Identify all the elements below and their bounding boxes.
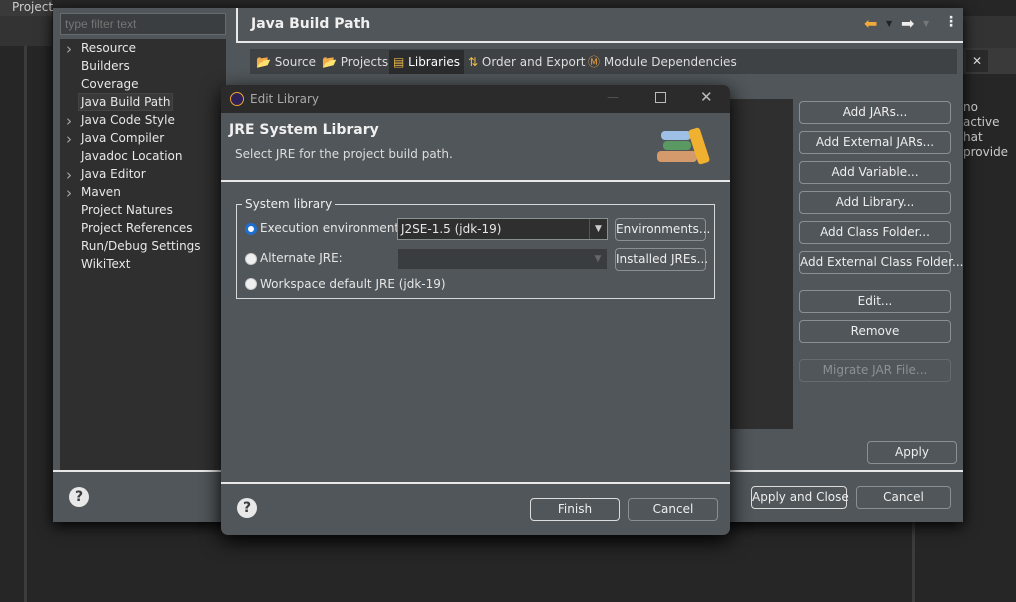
forward-menu-icon[interactable]: ▼	[923, 19, 929, 28]
text-line: no active	[963, 100, 1000, 129]
cancel-button[interactable]: Cancel	[628, 498, 718, 521]
tree-item[interactable]: Maven	[81, 185, 121, 199]
select-value: J2SE-1.5 (jdk-19)	[401, 222, 502, 236]
back-icon[interactable]: ⬅	[864, 14, 877, 33]
page-title: Java Build Path	[251, 16, 371, 32]
tree-item[interactable]: Java Code Style	[81, 113, 175, 127]
tab-label: Projects	[340, 55, 389, 69]
libraries-icon: ▤	[393, 55, 405, 69]
expand-chevron-icon[interactable]: ›	[66, 132, 72, 147]
more-icon[interactable]: ⋮	[944, 14, 958, 30]
tree-item[interactable]: Javadoc Location	[81, 149, 182, 163]
separator	[236, 8, 238, 43]
alternate-jre-radio[interactable]	[245, 253, 257, 265]
close-icon[interactable]: ✕	[700, 88, 713, 106]
expand-chevron-icon[interactable]: ›	[66, 114, 72, 129]
expand-chevron-icon[interactable]: ›	[66, 42, 72, 57]
close-icon[interactable]: ✕	[966, 50, 988, 72]
edit-library-dialog: Edit Library — ✕ JRE System Library Sele…	[221, 85, 730, 535]
workspace-default-radio[interactable]	[245, 278, 257, 290]
environments-button[interactable]: Environments...	[615, 218, 710, 241]
add-external-jars-button[interactable]: Add External JARs...	[799, 131, 951, 154]
migrate-jar-file-button[interactable]: Migrate JAR File...	[799, 359, 951, 382]
finish-button[interactable]: Finish	[530, 498, 620, 521]
tree-item[interactable]: Resource	[81, 41, 136, 55]
folder-icon: 📂	[256, 55, 271, 69]
execution-environment-label: Execution environment:	[260, 221, 404, 235]
add-library-button[interactable]: Add Library...	[799, 191, 951, 214]
text-line: hat provide	[963, 130, 1009, 159]
tree-item[interactable]: Run/Debug Settings	[81, 239, 201, 253]
right-text: no active hat provide	[963, 100, 1016, 160]
eclipse-icon	[230, 92, 244, 106]
tab-libraries[interactable]: ▤ Libraries	[389, 50, 464, 74]
tab-label: Libraries	[408, 55, 460, 69]
workspace-default-label: Workspace default JRE (jdk-19)	[260, 277, 446, 291]
separator	[237, 41, 963, 43]
apply-and-close-button[interactable]: Apply and Close	[751, 486, 849, 509]
alternate-jre-label: Alternate JRE:	[260, 251, 343, 265]
tab-projects[interactable]: 📂 Projects	[318, 50, 392, 74]
chevron-down-icon: ▼	[594, 254, 602, 264]
toolbar-strip	[0, 16, 52, 46]
add-external-class-folder-button[interactable]: Add External Class Folder...	[799, 251, 963, 274]
divider	[912, 520, 915, 602]
tab-label: Module Dependencies	[603, 55, 737, 69]
expand-chevron-icon[interactable]: ›	[66, 168, 72, 183]
tab-source[interactable]: 📂 Source	[252, 50, 320, 74]
window-title: Edit Library	[250, 92, 320, 106]
help-icon[interactable]: ?	[69, 487, 89, 507]
order-icon: ⇅	[468, 55, 479, 69]
installed-jres-button[interactable]: Installed JREs...	[615, 248, 708, 271]
add-class-folder-button[interactable]: Add Class Folder...	[799, 221, 951, 244]
filter-input[interactable]	[60, 13, 226, 35]
tree-item[interactable]: Java Compiler	[81, 131, 164, 145]
tree-item[interactable]: WikiText	[81, 257, 131, 271]
maximize-icon[interactable]	[655, 92, 666, 103]
edit-button[interactable]: Edit...	[799, 290, 951, 313]
separator	[221, 482, 730, 484]
cancel-button[interactable]: Cancel	[856, 486, 951, 509]
heading: JRE System Library	[229, 122, 379, 138]
tree-item[interactable]: Project References	[81, 221, 193, 235]
remove-button[interactable]: Remove	[799, 320, 951, 343]
tree-item[interactable]: Java Editor	[81, 167, 146, 181]
group-label: System library	[242, 197, 336, 211]
execution-environment-radio[interactable]	[245, 223, 257, 235]
tree-item[interactable]: Coverage	[81, 77, 139, 91]
apply-button[interactable]: Apply	[867, 441, 957, 464]
expand-chevron-icon[interactable]: ›	[66, 186, 72, 201]
chevron-down-icon: ▼	[589, 219, 607, 239]
forward-icon[interactable]: ➡	[901, 14, 914, 33]
library-banner-icon	[657, 125, 717, 173]
project-folder-icon: 📂	[322, 55, 337, 69]
add-jars-button[interactable]: Add JARs...	[799, 101, 951, 124]
tab-label: Source	[274, 55, 316, 69]
description: Select JRE for the project build path.	[235, 147, 453, 161]
divider	[24, 46, 27, 602]
right-toolbar	[963, 16, 1016, 48]
tree-item[interactable]: Project Natures	[81, 203, 173, 217]
back-menu-icon[interactable]: ▼	[886, 19, 892, 28]
tree-item[interactable]: Builders	[81, 59, 130, 73]
add-variable-button[interactable]: Add Variable...	[799, 161, 951, 184]
alternate-jre-select[interactable]: ▼	[397, 248, 608, 270]
help-icon[interactable]: ?	[237, 498, 257, 518]
tree-item[interactable]: Java Build Path	[78, 93, 174, 111]
minimize-icon[interactable]: —	[607, 90, 619, 104]
tab-module-dependencies[interactable]: Ⓜ Module Dependencies	[584, 50, 741, 74]
separator	[221, 180, 730, 182]
project-explorer-tab[interactable]: Project	[0, 0, 53, 16]
module-icon: Ⓜ	[588, 55, 601, 69]
tab-order-export[interactable]: ⇅ Order and Export	[464, 50, 589, 74]
tab-label: Order and Export	[481, 55, 586, 69]
execution-environment-select[interactable]: J2SE-1.5 (jdk-19) ▼	[397, 218, 608, 240]
